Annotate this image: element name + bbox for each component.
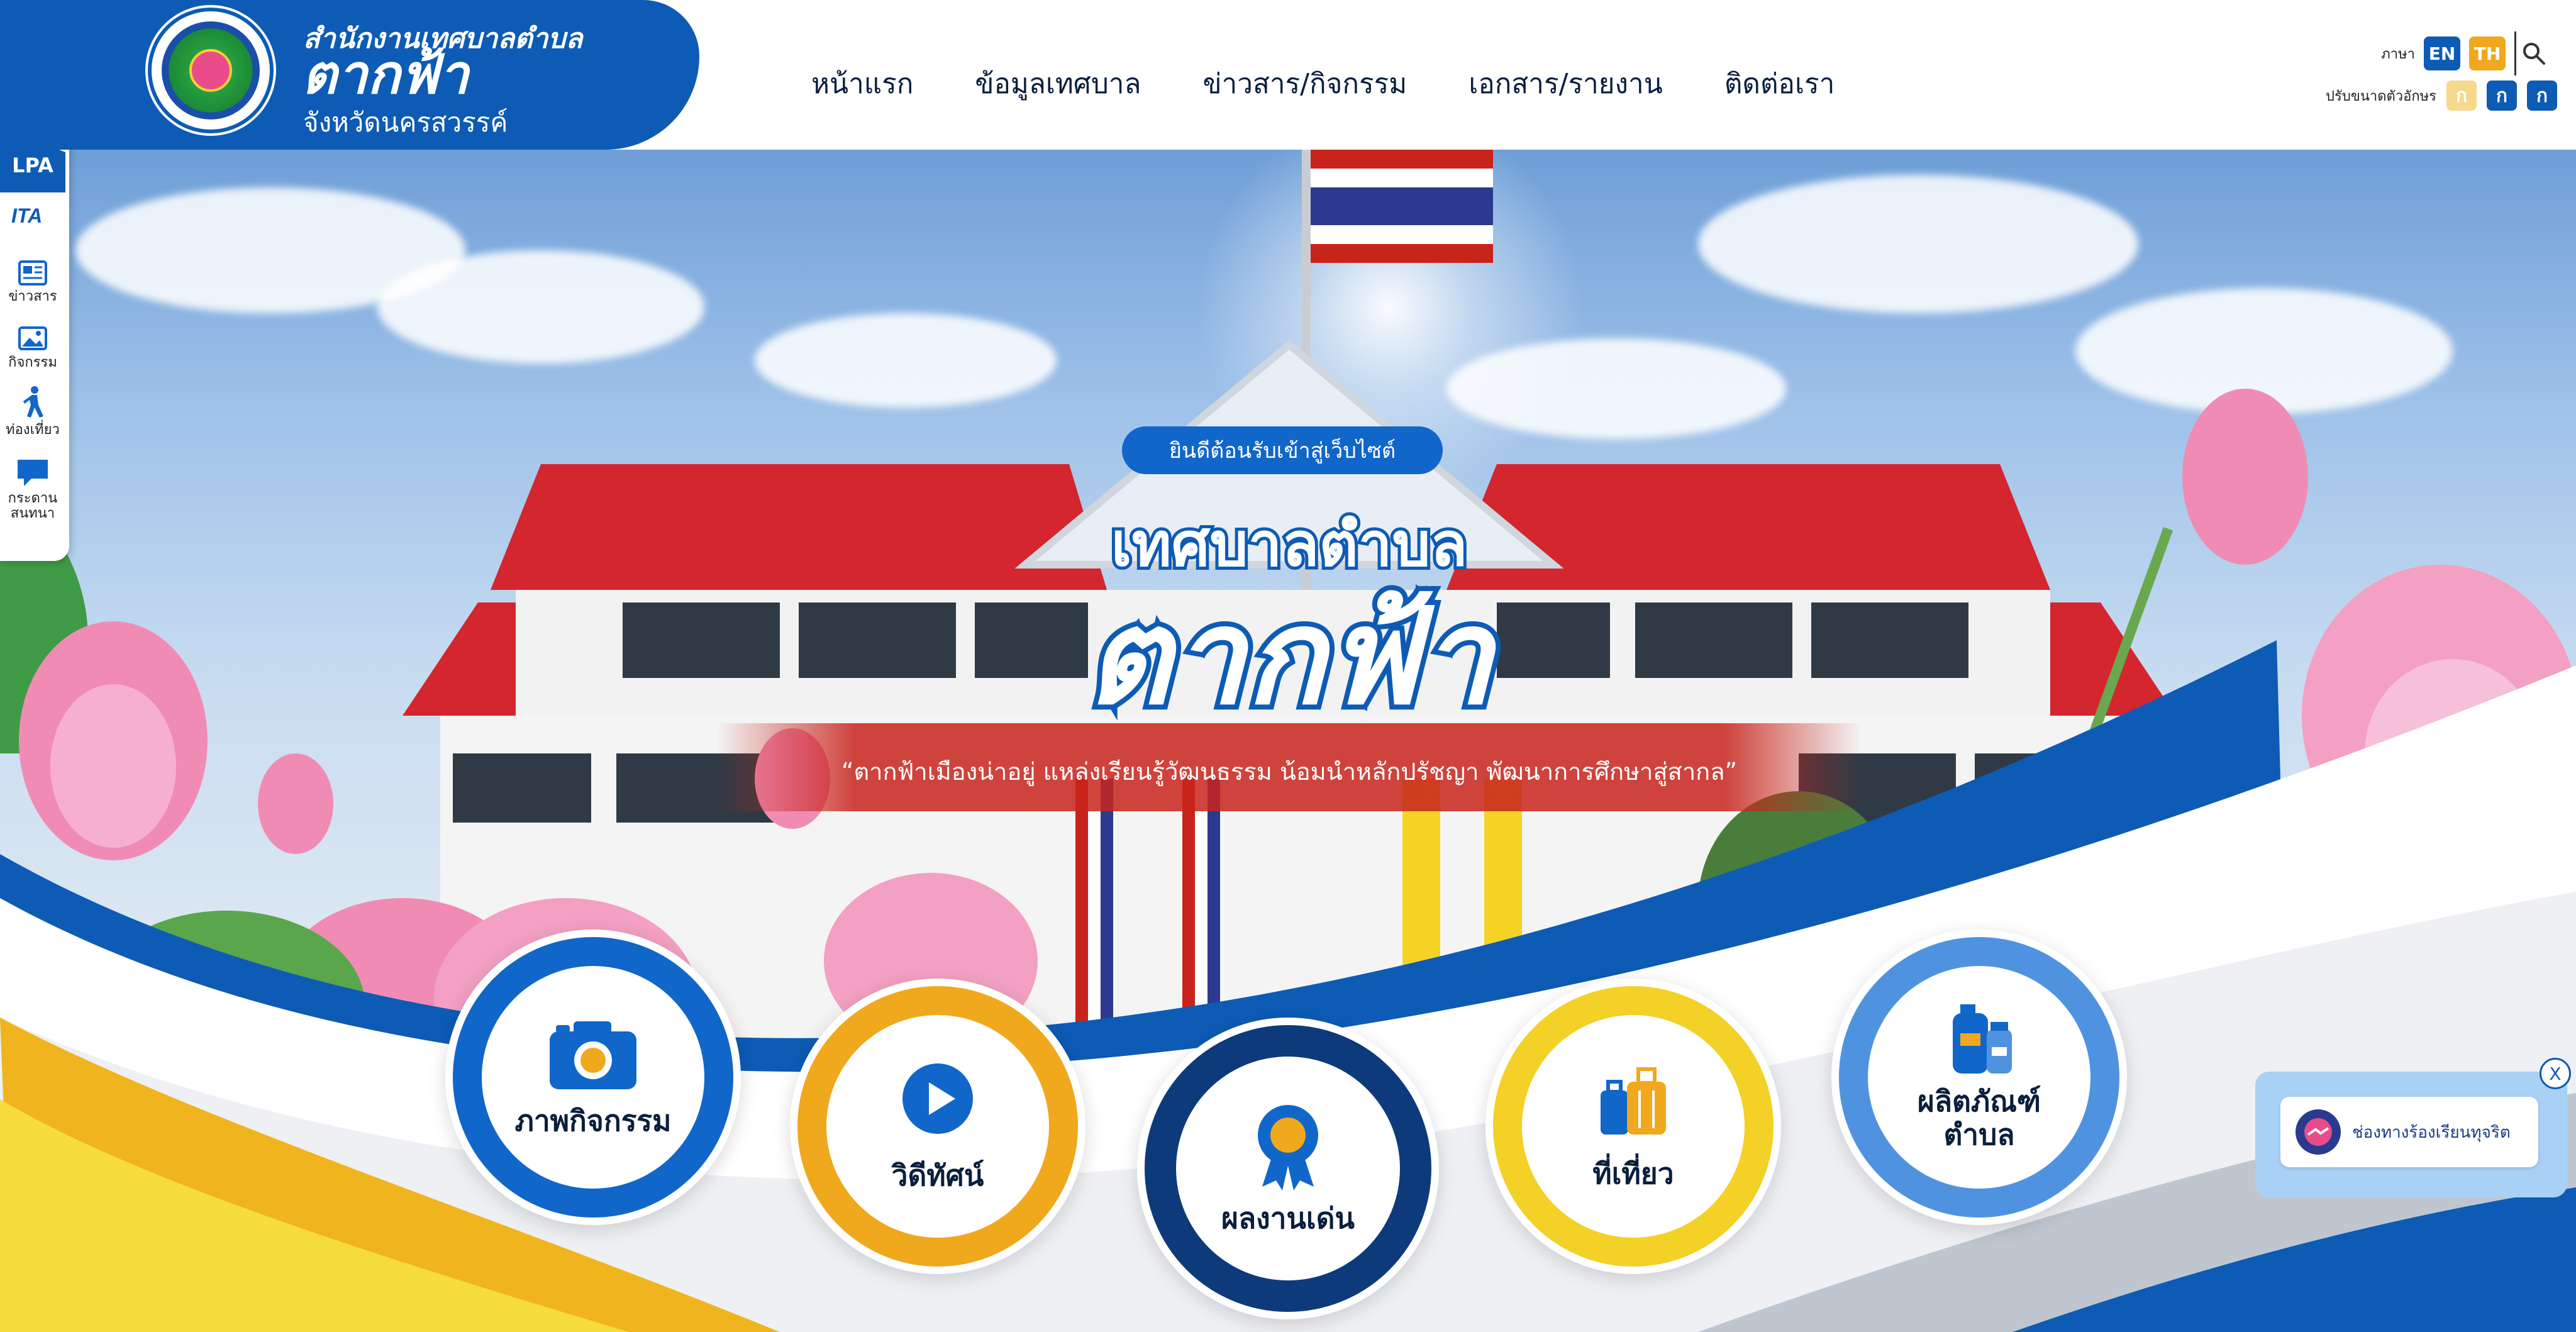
sidebar-item-news[interactable]: ข่าวสาร [0,259,65,304]
font-size-large-button[interactable]: ก [2527,80,2557,111]
sidebar-item-travel[interactable]: ท่องเที่ยว [0,385,65,438]
search-icon [2523,43,2545,65]
quick-menu-attractions[interactable]: ที่เที่ยว [1485,979,1781,1274]
quick-menu-label: ผลิตภัณฑ์ ตำบล [1917,1084,2041,1152]
search-button[interactable] [2514,31,2551,75]
language-label: ภาษา [2381,46,2415,62]
lang-th-button[interactable]: TH [2469,36,2506,70]
complaint-close-button[interactable]: X [2540,1058,2571,1089]
complaint-label: ช่องทางร้องเรียนทุจริต [2352,1123,2511,1142]
walking-icon [23,386,43,418]
nav-documents[interactable]: เอกสาร/รายงาน [1468,62,1663,106]
language-switcher: ภาษา EN TH [2381,31,2551,75]
ita-text: ITA [11,204,42,227]
org-province: จังหวัดนครสวรรค์ [303,107,508,138]
products-icon [1953,1004,2012,1074]
sidebar-item-label: ท่องเที่ยว [6,422,60,438]
hero-title-line2: ตากฟ้า [1080,580,1498,734]
lang-en-button[interactable]: EN [2424,36,2460,70]
quick-sidebar: LPA ITA ข่าวสาร กิจกรรม ท่องเที่ยว กระดา… [0,114,69,561]
nav-news[interactable]: ข่าวสาร/กิจกรรม [1202,62,1407,106]
ita-link[interactable]: ITA [0,203,65,228]
site-header: สำนักงานเทศบาลตำบล ตากฟ้า จังหวัดนครสวรร… [0,0,2576,150]
font-size-small-button[interactable]: ก [2446,80,2477,111]
sidebar-item-label: กระดาน สนทนา [8,491,58,522]
font-size-controls: ปรับขนาดตัวอักษร ก ก ก [2326,80,2557,111]
award-icon [1258,1104,1318,1190]
quick-menu-products[interactable]: ผลิตภัณฑ์ ตำบล [1831,930,2127,1225]
hero-title-line1: เทศบาลตำบล [1108,506,1471,583]
font-size-medium-button[interactable]: ก [2487,80,2517,111]
quick-menu-label: ภาพกิจกรรม [514,1103,672,1138]
main-nav: หน้าแรก ข้อมูลเทศบาล ข่าวสาร/กิจกรรม เอก… [811,62,1835,106]
welcome-pill: ยินดีต้อนรับเข้าสู่เว็บไซต์ [1122,426,1443,474]
complaint-icon [2296,1109,2341,1155]
camera-icon [550,1021,636,1089]
sidebar-item-activities[interactable]: กิจกรรม [0,325,65,370]
ita-logo-icon: ITA [11,204,42,227]
quick-menu-achievements[interactable]: ผลงานเด่น [1137,1018,1439,1319]
nav-home[interactable]: หน้าแรก [811,62,913,106]
hero-slogan: “ตากฟ้าเมืองน่าอยู่ แหล่งเรียนรู้วัฒนธรร… [841,758,1738,785]
play-icon [902,1063,973,1134]
logo-panel[interactable]: สำนักงานเทศบาลตำบล ตากฟ้า จังหวัดนครสวรร… [0,0,699,150]
quick-menu-label: ที่เที่ยว [1592,1156,1674,1190]
complaint-widget: ช่องทางร้องเรียนทุจริต [2255,1072,2567,1197]
quick-menu-video[interactable]: วิดีทัศน์ [790,979,1085,1274]
quick-menu-label: ผลงานเด่น [1221,1201,1355,1235]
nav-about[interactable]: ข้อมูลเทศบาล [975,62,1141,106]
quick-menu-label: วิดีทัศน์ [891,1158,984,1192]
org-name: ตากฟ้า [302,43,469,106]
image-icon [18,326,47,350]
thai-flag [1311,150,1493,263]
complaint-channel-button[interactable]: ช่องทางร้องเรียนทุจริต [2280,1097,2538,1167]
newspaper-icon [18,260,47,286]
sidebar-item-label: กิจกรรม [8,355,57,370]
font-size-label: ปรับขนาดตัวอักษร [2326,88,2436,104]
sidebar-item-forum[interactable]: กระดาน สนทนา [0,457,65,521]
quick-menu-gallery[interactable]: ภาพกิจกรรม [445,930,741,1225]
luggage-icon [1601,1067,1666,1135]
chat-icon [18,460,48,486]
sidebar-item-label: ข่าวสาร [8,289,57,304]
municipality-seal-icon [148,8,274,133]
nav-contact[interactable]: ติดต่อเรา [1724,62,1835,106]
